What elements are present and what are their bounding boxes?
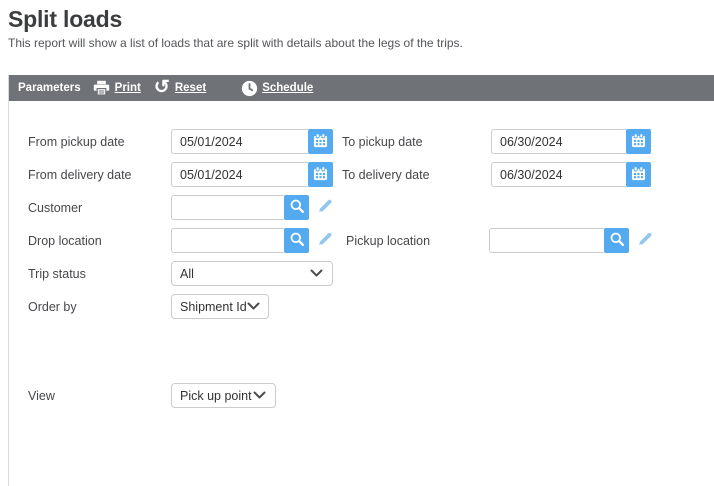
pickup-location-input[interactable]: [489, 228, 604, 253]
reset-icon: ↺: [153, 79, 171, 97]
order-by-value: Shipment Id: [180, 300, 247, 314]
order-by-label: Order by: [28, 300, 171, 314]
row-locations: Drop location: [28, 228, 714, 253]
print-button[interactable]: Print: [93, 79, 141, 97]
reset-label: Reset: [175, 82, 206, 94]
chevron-down-icon: [247, 300, 260, 314]
schedule-button[interactable]: Schedule: [240, 79, 313, 97]
pencil-icon: [316, 230, 334, 251]
from-pickup-date-label: From pickup date: [28, 135, 171, 149]
row-delivery-dates: From delivery date: [28, 162, 714, 187]
parameters-form: From pickup date: [9, 101, 714, 408]
pencil-icon: [636, 230, 654, 251]
pencil-icon: [316, 197, 334, 218]
to-delivery-date-calendar-button[interactable]: [626, 162, 651, 187]
search-icon: [289, 198, 305, 217]
view-label: View: [28, 389, 171, 403]
reset-button[interactable]: ↺ Reset: [153, 79, 206, 97]
clock-icon: [240, 79, 258, 97]
view-select[interactable]: Pick up point: [171, 383, 276, 408]
row-view: View Pick up point: [28, 383, 714, 408]
drop-location-search-button[interactable]: [284, 228, 309, 253]
from-pickup-date-calendar-button[interactable]: [308, 129, 333, 154]
from-delivery-date-calendar-button[interactable]: [308, 162, 333, 187]
calendar-icon: [313, 133, 328, 151]
row-order-by: Order by Shipment Id: [28, 294, 714, 319]
view-value: Pick up point: [180, 389, 252, 403]
print-icon: [93, 79, 111, 97]
row-pickup-dates: From pickup date: [28, 129, 714, 154]
search-icon: [289, 231, 305, 250]
chevron-down-icon: [253, 389, 266, 403]
page-header: Split loads This report will show a list…: [0, 0, 714, 75]
trip-status-label: Trip status: [28, 267, 171, 281]
pickup-location-edit-button[interactable]: [635, 229, 655, 253]
parameters-panel: Parameters Print ↺ Reset: [8, 75, 714, 486]
trip-status-value: All: [180, 267, 194, 281]
to-pickup-date-label: To pickup date: [342, 135, 491, 149]
pickup-location-search-button[interactable]: [604, 228, 629, 253]
calendar-icon: [631, 166, 646, 184]
customer-input[interactable]: [171, 195, 284, 220]
schedule-label: Schedule: [262, 82, 313, 94]
customer-search-button[interactable]: [284, 195, 309, 220]
page-title: Split loads: [8, 6, 702, 33]
page-subtitle: This report will show a list of loads th…: [8, 36, 702, 50]
from-delivery-date-input[interactable]: [171, 162, 308, 187]
to-pickup-date-calendar-button[interactable]: [626, 129, 651, 154]
customer-edit-button[interactable]: [315, 196, 335, 220]
customer-label: Customer: [28, 201, 171, 215]
pickup-location-label: Pickup location: [346, 234, 489, 248]
chevron-down-icon: [310, 267, 323, 281]
print-label: Print: [115, 82, 141, 94]
row-customer: Customer: [28, 195, 714, 220]
row-trip-status: Trip status All: [28, 261, 714, 286]
search-icon: [609, 231, 625, 250]
from-delivery-date-label: From delivery date: [28, 168, 171, 182]
drop-location-input[interactable]: [171, 228, 284, 253]
to-pickup-date-input[interactable]: [491, 129, 626, 154]
to-delivery-date-label: To delivery date: [342, 168, 491, 182]
drop-location-edit-button[interactable]: [315, 229, 335, 253]
parameters-label: Parameters: [18, 82, 81, 94]
to-delivery-date-input[interactable]: [491, 162, 626, 187]
trip-status-select[interactable]: All: [171, 261, 333, 286]
order-by-select[interactable]: Shipment Id: [171, 294, 269, 319]
from-pickup-date-input[interactable]: [171, 129, 308, 154]
drop-location-label: Drop location: [28, 234, 171, 248]
toolbar: Parameters Print ↺ Reset: [9, 75, 714, 101]
calendar-icon: [313, 166, 328, 184]
calendar-icon: [631, 133, 646, 151]
